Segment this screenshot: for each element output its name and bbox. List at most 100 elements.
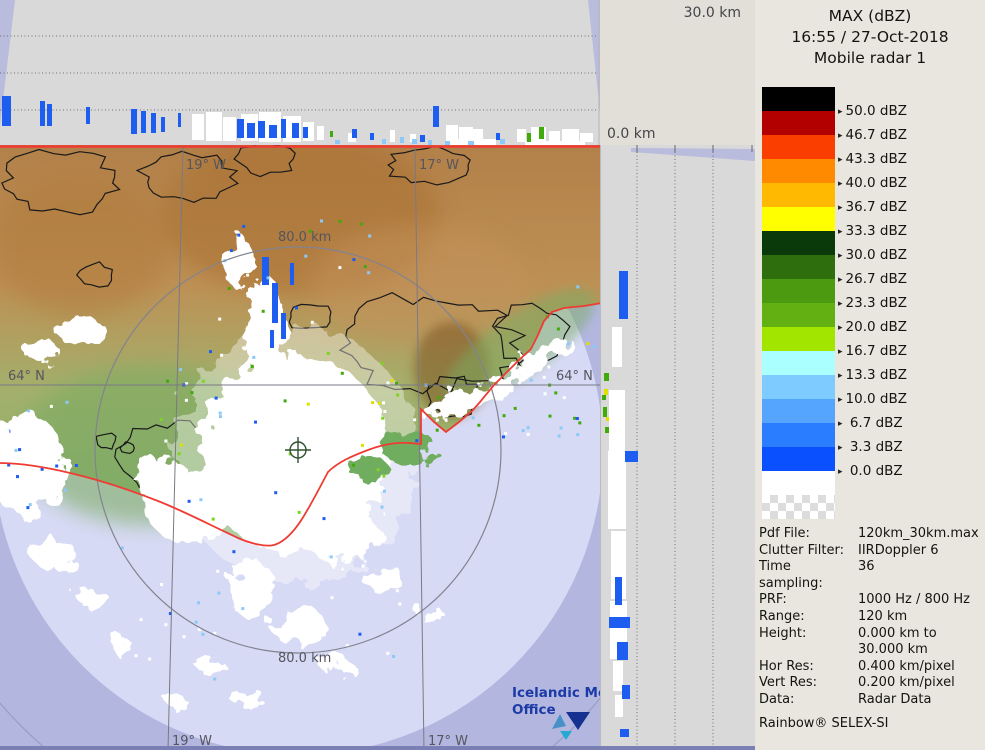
metadata-label: Clutter Filter: bbox=[759, 542, 844, 558]
echo-speckle bbox=[398, 602, 402, 606]
radar-echo bbox=[433, 106, 439, 127]
echo-speckle bbox=[521, 429, 525, 432]
echo-speckle bbox=[556, 327, 560, 331]
radar-echo bbox=[86, 107, 90, 124]
echo-speckle bbox=[201, 632, 205, 636]
echo-speckle bbox=[575, 417, 579, 420]
radar-echo bbox=[603, 407, 607, 417]
scale-label: ▸ 36.7 dBZ bbox=[838, 199, 907, 215]
top-height-projection-panel bbox=[0, 0, 600, 145]
dbz-color-scale: ▸ 50.0 dBZ ▸ 46.7 dBZ ▸ 43.3 dBZ ▸ 40.0 dBZ ▸ 36.… bbox=[762, 87, 978, 519]
echo-speckle bbox=[338, 219, 342, 223]
echo-speckle bbox=[383, 410, 387, 413]
echo-speckle bbox=[380, 505, 384, 509]
radar-echo bbox=[292, 123, 299, 138]
metadata-label: PRF: bbox=[759, 592, 787, 608]
echo-speckle bbox=[310, 320, 314, 324]
echo-speckle bbox=[360, 222, 364, 226]
echo-speckle bbox=[213, 677, 217, 681]
radar-echo bbox=[580, 133, 593, 142]
echo-speckle bbox=[139, 618, 143, 622]
echo-speckle bbox=[16, 475, 19, 479]
echo-speckle bbox=[435, 428, 439, 432]
metadata-label: Pdf File: bbox=[759, 526, 810, 541]
radar-echo bbox=[412, 139, 417, 144]
scale-label: ▸ 33.3 dBZ bbox=[838, 223, 907, 239]
radar-echo bbox=[223, 117, 236, 141]
echo-speckle bbox=[390, 378, 394, 382]
echo-speckle bbox=[227, 287, 231, 290]
radar-echo bbox=[141, 111, 146, 133]
ring-label-80km-north: 80.0 km bbox=[278, 230, 331, 245]
echo-speckle bbox=[14, 448, 18, 452]
echo-speckle bbox=[329, 555, 333, 559]
metadata-row: Vert Res: 0.200 km/pixel bbox=[759, 675, 983, 692]
echo-speckle bbox=[395, 589, 399, 593]
echo-speckle bbox=[526, 426, 530, 430]
echo-speckle bbox=[377, 401, 381, 405]
echo-speckle bbox=[502, 414, 506, 418]
echo-speckle bbox=[289, 269, 293, 273]
scale-tick-arrow-icon: ▸ bbox=[838, 371, 843, 381]
echo-speckle bbox=[241, 607, 245, 611]
radar-echo bbox=[517, 129, 526, 142]
echo-speckle bbox=[504, 431, 508, 435]
echo-speckle bbox=[586, 342, 590, 345]
echo-speckle bbox=[301, 379, 305, 383]
radar-map-canvas[interactable]: 80.0 km 80.0 km 64° N 64° N 19° W 19° W … bbox=[0, 145, 600, 750]
radar-echo bbox=[303, 127, 308, 138]
echo-speckle bbox=[368, 234, 372, 238]
echo-speckle bbox=[547, 365, 551, 369]
metadata-row: Hor Res: 0.400 km/pixel bbox=[759, 659, 983, 676]
software-branding: Rainbow® SELEX-SI bbox=[759, 715, 889, 731]
echo-speckle bbox=[395, 381, 399, 385]
scale-label: ▸ 40.0 dBZ bbox=[838, 175, 907, 191]
product-title: MAX (dBZ) bbox=[828, 7, 912, 25]
radar-echo bbox=[500, 139, 505, 144]
radar-echo bbox=[620, 729, 629, 737]
echo-speckle bbox=[322, 517, 326, 521]
radar-echo bbox=[237, 119, 244, 138]
radar-echo bbox=[382, 139, 386, 144]
scale-label: ▸ 26.7 dBZ bbox=[838, 271, 907, 287]
radar-echo bbox=[390, 130, 395, 142]
echo-speckle bbox=[166, 379, 169, 383]
echo-speckle bbox=[513, 406, 517, 410]
echo-speckle bbox=[562, 396, 566, 400]
radar-echo bbox=[549, 131, 560, 142]
radar-echo bbox=[606, 417, 609, 421]
echo-speckle bbox=[382, 489, 386, 493]
echo-speckle bbox=[283, 399, 287, 403]
echo-speckle bbox=[18, 448, 22, 452]
scale-tick-arrow-icon: ▸ bbox=[838, 443, 843, 453]
radar-echo bbox=[192, 114, 204, 140]
scale-tick-arrow-icon: ▸ bbox=[838, 203, 843, 213]
radar-echo bbox=[352, 129, 357, 138]
echo-speckle bbox=[578, 421, 582, 425]
scale-band bbox=[762, 495, 835, 519]
scale-band bbox=[762, 327, 835, 351]
echo-speckle bbox=[506, 391, 510, 395]
echo-speckle bbox=[543, 392, 547, 396]
radar-echo bbox=[612, 327, 622, 367]
radar-echo bbox=[615, 695, 623, 717]
echo-speckle bbox=[197, 601, 200, 605]
echo-speckle bbox=[214, 396, 218, 400]
scale-label: ▸ 3.3 dBZ bbox=[838, 439, 903, 455]
echo-speckle bbox=[266, 276, 270, 280]
echo-speckle bbox=[386, 381, 390, 385]
radar-echo bbox=[47, 104, 52, 126]
echo-speckle bbox=[190, 391, 194, 395]
scale-tick-arrow-icon: ▸ bbox=[838, 419, 843, 429]
echo-speckle bbox=[554, 391, 558, 395]
echo-speckle bbox=[49, 404, 53, 408]
scale-band bbox=[762, 207, 835, 231]
longitude-label-19w-top: 19° W bbox=[186, 158, 226, 173]
scale-tick-arrow-icon: ▸ bbox=[838, 347, 843, 357]
echo-speckle bbox=[179, 368, 183, 372]
bottom-edge-strip bbox=[0, 746, 755, 750]
echo-speckle bbox=[352, 258, 356, 262]
metadata-value: 36 bbox=[858, 559, 875, 575]
radar-echo bbox=[609, 390, 625, 452]
echo-speckle bbox=[177, 452, 181, 456]
